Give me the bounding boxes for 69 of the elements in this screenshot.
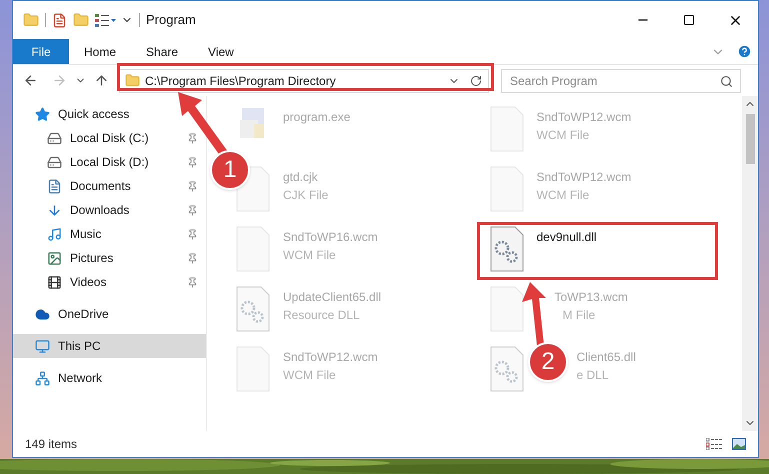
sidebar-item[interactable]: Network bbox=[13, 366, 206, 390]
pin-icon[interactable] bbox=[187, 132, 198, 144]
properties-icon[interactable] bbox=[52, 12, 67, 28]
back-icon[interactable] bbox=[23, 73, 38, 88]
file-type: CJK File bbox=[283, 187, 328, 204]
sidebar-item[interactable]: Videos bbox=[13, 270, 206, 294]
sidebar-item[interactable]: Local Disk (D:) bbox=[13, 150, 206, 174]
ribbon-tab[interactable]: View bbox=[193, 39, 249, 64]
up-icon[interactable] bbox=[94, 73, 109, 88]
search-field[interactable]: Search Program bbox=[501, 68, 741, 92]
gear-file-icon bbox=[488, 346, 524, 392]
star-icon bbox=[35, 106, 50, 122]
pin-icon[interactable] bbox=[187, 276, 198, 288]
pin-icon[interactable] bbox=[187, 228, 198, 240]
file-name[interactable]: dev9null.dll bbox=[536, 228, 597, 246]
sidebar-item[interactable]: Music bbox=[13, 222, 206, 246]
ribbon-tab[interactable]: Home bbox=[69, 39, 132, 64]
picture-icon bbox=[47, 250, 62, 266]
ribbon-tab[interactable]: Share bbox=[131, 39, 194, 64]
pin-icon[interactable] bbox=[187, 180, 198, 192]
file-type: Resource DLL bbox=[283, 307, 360, 324]
file-type: M File bbox=[562, 307, 596, 324]
blank-file-icon bbox=[488, 166, 524, 212]
large-icons-view-icon[interactable] bbox=[732, 438, 746, 450]
sidebar-item[interactable]: Documents bbox=[13, 174, 206, 198]
music-note-icon bbox=[47, 226, 62, 242]
folder-icon bbox=[125, 73, 140, 88]
search-icon[interactable] bbox=[720, 74, 733, 88]
file-type: WCM File bbox=[283, 367, 336, 384]
document-icon bbox=[47, 178, 62, 194]
sidebar-item[interactable]: Downloads bbox=[13, 198, 206, 222]
window-title: Program bbox=[146, 11, 196, 30]
sidebar-item[interactable]: Quick access bbox=[13, 102, 206, 126]
pin-icon[interactable] bbox=[187, 204, 198, 216]
refresh-icon[interactable] bbox=[470, 74, 482, 86]
pin-icon[interactable] bbox=[187, 156, 198, 168]
sidebar-item[interactable]: OneDrive bbox=[13, 302, 206, 326]
blank-file-icon bbox=[235, 346, 271, 392]
down-arrow-icon bbox=[47, 202, 62, 218]
sidebar-item[interactable]: This PC bbox=[13, 334, 206, 358]
file-type: WCM File bbox=[536, 127, 590, 144]
file-type: WCM File bbox=[283, 247, 336, 264]
cloud-icon bbox=[35, 306, 50, 322]
sidebar-item[interactable]: Pictures bbox=[13, 246, 206, 270]
help-icon[interactable] bbox=[737, 44, 752, 59]
pin-icon[interactable] bbox=[187, 252, 198, 264]
monitor-icon bbox=[35, 338, 50, 354]
new-folder-icon[interactable] bbox=[73, 12, 89, 28]
details-view-icon[interactable] bbox=[706, 438, 722, 450]
blank-file-icon bbox=[235, 226, 271, 272]
list-view-icon[interactable] bbox=[95, 13, 117, 27]
folder-icon[interactable] bbox=[23, 12, 39, 28]
blank-file-icon bbox=[488, 106, 524, 152]
file-type: WCM File bbox=[536, 187, 590, 204]
drive-icon bbox=[47, 154, 62, 170]
network-icon bbox=[35, 370, 50, 386]
scroll-thumb[interactable] bbox=[746, 114, 754, 164]
gear-file-icon bbox=[235, 286, 271, 332]
gear-file-icon bbox=[488, 226, 524, 272]
maximize-icon bbox=[683, 14, 695, 26]
item-count: 149 items bbox=[25, 436, 78, 453]
file-type: e DLL bbox=[576, 367, 609, 384]
drive-icon bbox=[47, 130, 62, 146]
film-icon bbox=[47, 274, 62, 290]
file-menu-tab[interactable]: File bbox=[13, 39, 69, 64]
forward-icon[interactable] bbox=[52, 73, 67, 88]
sidebar-item[interactable]: Local Disk (C:) bbox=[13, 126, 206, 150]
blank-file-icon bbox=[488, 286, 524, 332]
scrollbar[interactable] bbox=[742, 96, 758, 431]
